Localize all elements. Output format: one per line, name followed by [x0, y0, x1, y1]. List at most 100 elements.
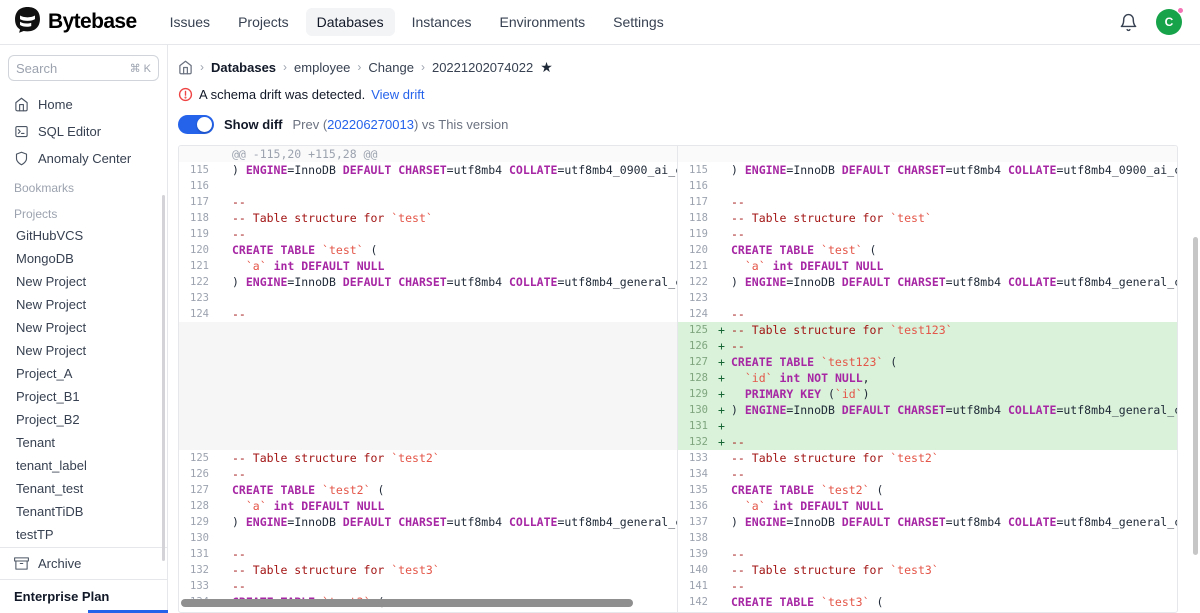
nav-item-environments[interactable]: Environments	[489, 8, 597, 36]
nav-item-databases[interactable]: Databases	[306, 8, 395, 36]
diff-line: 119--	[678, 226, 1177, 242]
project-item[interactable]: New Project	[0, 339, 167, 362]
line-number	[179, 354, 219, 370]
bytebase-logo[interactable]: Bytebase	[14, 6, 137, 38]
breadcrumb-item[interactable]: 20221202074022	[432, 60, 533, 75]
diff-line: 138	[678, 530, 1177, 546]
diff-line: 117--	[179, 194, 677, 210]
diff-horizontal-scrollbar[interactable]	[181, 599, 633, 607]
diff-line: 133--	[179, 578, 677, 594]
diff-line: 122) ENGINE=InnoDB DEFAULT CHARSET=utf8m…	[179, 274, 677, 290]
diff-spacer-row	[179, 418, 677, 434]
prev-version-link[interactable]: 202206270013	[327, 117, 414, 132]
diff-marker	[219, 210, 232, 226]
line-number: 133	[678, 450, 718, 466]
code-text: ) ENGINE=InnoDB DEFAULT CHARSET=utf8mb4 …	[731, 274, 1177, 290]
project-item[interactable]: TenantTiDB	[0, 500, 167, 523]
line-number: 133	[179, 578, 219, 594]
project-item[interactable]: New Project	[0, 270, 167, 293]
diff-marker	[219, 370, 232, 386]
diff-marker	[718, 498, 731, 514]
code-text: -- Table structure for `test123`	[731, 322, 953, 338]
line-number: 121	[179, 258, 219, 274]
diff-marker	[219, 418, 232, 434]
diff-marker	[718, 178, 731, 194]
project-item[interactable]: tenant_label	[0, 454, 167, 477]
line-number: 136	[678, 498, 718, 514]
line-number: 127	[678, 354, 718, 370]
project-item[interactable]: Tenant	[0, 431, 167, 454]
diff-pane-previous: @@ -115,20 +115,28 @@115) ENGINE=InnoDB …	[179, 146, 678, 612]
project-item[interactable]: New Project	[0, 293, 167, 316]
project-item[interactable]: Project_A	[0, 362, 167, 385]
breadcrumb-item[interactable]: Change	[368, 60, 414, 75]
sidebar-item-anomaly-center[interactable]: Anomaly Center	[0, 145, 167, 172]
diff-marker: +	[718, 354, 731, 370]
diff-line: 118-- Table structure for `test`	[678, 210, 1177, 226]
page-vertical-scrollbar[interactable]	[1193, 237, 1198, 555]
diff-spacer-row	[179, 338, 677, 354]
line-number: 116	[179, 178, 219, 194]
project-item[interactable]: New Project	[0, 316, 167, 339]
project-item[interactable]: Tenant_test	[0, 477, 167, 500]
breadcrumb-item[interactable]: employee	[294, 60, 350, 75]
sidebar-scrollbar[interactable]	[162, 195, 165, 561]
bell-icon[interactable]	[1119, 13, 1138, 32]
line-number: 126	[179, 466, 219, 482]
diff-spacer-row	[179, 386, 677, 402]
diff-line: 129) ENGINE=InnoDB DEFAULT CHARSET=utf8m…	[179, 514, 677, 530]
diff-line: 128+ `id` int NOT NULL,	[678, 370, 1177, 386]
diff-marker	[219, 386, 232, 402]
nav-item-settings[interactable]: Settings	[602, 8, 675, 36]
section-bookmarks: Bookmarks	[0, 172, 167, 198]
diff-marker	[219, 162, 232, 178]
line-number	[179, 370, 219, 386]
view-drift-link[interactable]: View drift	[371, 87, 424, 102]
project-item[interactable]: Project_B2	[0, 408, 167, 431]
code-text: --	[731, 338, 745, 354]
diff-marker: +	[718, 434, 731, 450]
diff-marker	[718, 242, 731, 258]
diff-line: 116	[678, 178, 1177, 194]
diff-line: 139--	[678, 546, 1177, 562]
line-number: 134	[678, 466, 718, 482]
brand-name: Bytebase	[48, 10, 137, 34]
sidebar-item-home[interactable]: Home	[0, 91, 167, 118]
nav-item-projects[interactable]: Projects	[227, 8, 300, 36]
avatar[interactable]: C	[1156, 9, 1182, 35]
project-item[interactable]: Project_B1	[0, 385, 167, 408]
diff-marker	[219, 466, 232, 482]
diff-marker	[219, 322, 232, 338]
section-projects: Projects	[0, 198, 167, 224]
code-text: --	[232, 466, 246, 482]
project-item[interactable]: testTP	[0, 523, 167, 546]
diff-marker	[219, 290, 232, 306]
code-text: `a` int DEFAULT NULL	[731, 258, 883, 274]
search-input[interactable]: Search ⌘ K	[8, 55, 159, 81]
home-icon[interactable]	[178, 60, 193, 75]
sidebar-item-sql-editor[interactable]: SQL Editor	[0, 118, 167, 145]
nav-item-issues[interactable]: Issues	[159, 8, 221, 36]
line-number: 118	[678, 210, 718, 226]
sidebar-item-archive[interactable]: Archive	[0, 547, 167, 579]
diff-marker	[718, 578, 731, 594]
code-text: PRIMARY KEY (`id`)	[731, 386, 870, 402]
navbar-right: C	[1119, 9, 1182, 35]
diff-line: 124--	[179, 306, 677, 322]
line-number	[179, 322, 219, 338]
diff-line: 133-- Table structure for `test2`	[678, 450, 1177, 466]
code-text: --	[232, 546, 246, 562]
line-number: 135	[678, 482, 718, 498]
project-item[interactable]: MongoDB	[0, 247, 167, 270]
breadcrumb-item[interactable]: Databases	[211, 60, 276, 75]
project-item[interactable]: GitHubVCS	[0, 224, 167, 247]
anomaly-center-icon	[14, 151, 29, 166]
main-nav: IssuesProjectsDatabasesInstancesEnvironm…	[159, 8, 1119, 36]
line-number: 117	[678, 194, 718, 210]
nav-item-instances[interactable]: Instances	[401, 8, 483, 36]
breadcrumb-separator: ›	[421, 60, 425, 74]
show-diff-toggle[interactable]	[178, 115, 214, 134]
diff-marker: +	[718, 338, 731, 354]
favorite-star-icon[interactable]: ★	[540, 60, 553, 74]
diff-hunk-header	[678, 146, 1177, 162]
